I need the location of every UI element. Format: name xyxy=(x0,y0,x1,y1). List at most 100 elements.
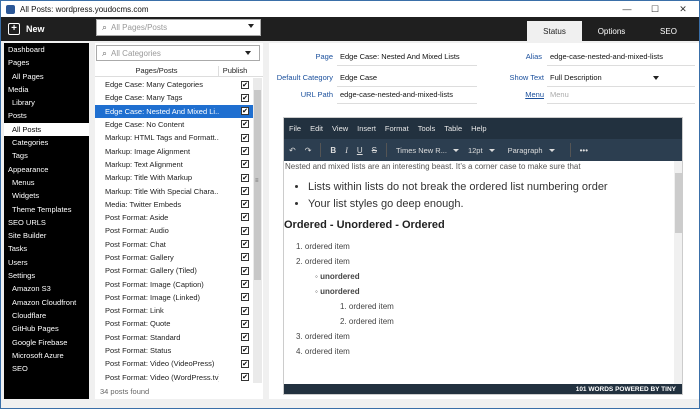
publish-checkbox[interactable]: ✔ xyxy=(241,200,249,209)
list-item[interactable]: Post Format: Gallery (Tiled) ✔ xyxy=(95,264,253,277)
publish-checkbox[interactable]: ✔ xyxy=(241,146,249,155)
show-text-select[interactable]: Full Description xyxy=(550,73,602,82)
sidebar-item-library[interactable]: Library xyxy=(4,96,89,109)
sidebar-item-pages[interactable]: Pages xyxy=(4,56,89,69)
sidebar-item-seo-urls[interactable]: SEO URLS xyxy=(4,216,89,229)
maximize-button[interactable]: ☐ xyxy=(641,1,669,17)
publish-checkbox[interactable]: ✔ xyxy=(241,160,249,169)
new-button[interactable]: + New xyxy=(8,20,54,38)
tab-seo[interactable]: SEO xyxy=(641,21,696,41)
publish-checkbox[interactable]: ✔ xyxy=(241,333,249,342)
scrollbar-thumb[interactable] xyxy=(254,90,261,280)
publish-checkbox[interactable]: ✔ xyxy=(241,120,249,129)
font-size-select[interactable]: 12pt xyxy=(468,146,495,155)
menu-field[interactable]: Menu xyxy=(550,90,569,99)
publish-checkbox[interactable]: ✔ xyxy=(241,346,249,355)
redo-icon[interactable]: ↷ xyxy=(305,146,312,155)
sidebar-item-theme-templates[interactable]: Theme Templates xyxy=(4,203,89,216)
close-button[interactable]: ✕ xyxy=(669,1,697,17)
posts-list-scrollbar[interactable]: ≡ xyxy=(253,78,262,383)
sidebar-item-site-builder[interactable]: Site Builder xyxy=(4,229,89,242)
menu-format[interactable]: Format xyxy=(385,124,409,133)
editor-scrollbar[interactable] xyxy=(674,161,682,384)
list-item[interactable]: Post Format: Audio ✔ xyxy=(95,224,253,237)
italic-icon[interactable]: I xyxy=(345,146,348,155)
list-item[interactable]: Markup: Title With Markup ✔ xyxy=(95,171,253,184)
publish-checkbox[interactable]: ✔ xyxy=(241,306,249,315)
list-item[interactable]: Post Format: Video (VideoPress) ✔ xyxy=(95,357,253,370)
sidebar-item-users[interactable]: Users xyxy=(4,256,89,269)
publish-checkbox[interactable]: ✔ xyxy=(241,319,249,328)
strikethrough-icon[interactable]: S xyxy=(372,146,377,155)
list-item[interactable]: Post Format: Quote ✔ xyxy=(95,317,253,330)
publish-checkbox[interactable]: ✔ xyxy=(241,373,249,382)
underline-icon[interactable]: U xyxy=(357,146,363,155)
publish-checkbox[interactable]: ✔ xyxy=(241,253,249,262)
publish-checkbox[interactable]: ✔ xyxy=(241,107,249,116)
sidebar-item-amazon-s3[interactable]: Amazon S3 xyxy=(4,282,89,295)
publish-checkbox[interactable]: ✔ xyxy=(241,293,249,302)
sidebar-item-appearance[interactable]: Appearance xyxy=(4,163,89,176)
sidebar-item-menus[interactable]: Menus xyxy=(4,176,89,189)
bold-icon[interactable]: B xyxy=(330,146,336,155)
more-icon[interactable]: ••• xyxy=(580,146,588,155)
publish-checkbox[interactable]: ✔ xyxy=(241,80,249,89)
list-item[interactable]: Edge Case: Many Tags ✔ xyxy=(95,91,253,104)
default-category-field[interactable]: Edge Case xyxy=(340,73,377,82)
minimize-button[interactable]: — xyxy=(613,1,641,17)
list-item[interactable]: Post Format: Gallery ✔ xyxy=(95,251,253,264)
sidebar-item-tags[interactable]: Tags xyxy=(4,149,89,162)
publish-checkbox[interactable]: ✔ xyxy=(241,133,249,142)
tab-status[interactable]: Status xyxy=(527,21,582,41)
sidebar-item-dashboard[interactable]: Dashboard xyxy=(4,43,89,56)
page-field[interactable]: Edge Case: Nested And Mixed Lists xyxy=(340,52,460,61)
sidebar-item-tasks[interactable]: Tasks xyxy=(4,242,89,255)
list-item[interactable]: Edge Case: No Content ✔ xyxy=(95,118,253,131)
list-item[interactable]: Markup: HTML Tags and Formatt... ✔ xyxy=(95,131,253,144)
sidebar-item-all-posts[interactable]: All Posts xyxy=(4,122,89,137)
menu-view[interactable]: View xyxy=(332,124,348,133)
list-item[interactable]: Edge Case: Many Categories ✔ xyxy=(95,78,253,91)
list-item[interactable]: Post Format: Chat ✔ xyxy=(95,238,253,251)
undo-icon[interactable]: ↶ xyxy=(289,146,296,155)
list-item[interactable]: Markup: Image Alignment ✔ xyxy=(95,144,253,157)
list-item[interactable]: Post Format: Video (WordPress.tv) ✔ xyxy=(95,371,253,383)
column-header-pages[interactable]: Pages/Posts xyxy=(95,66,219,76)
menu-help[interactable]: Help xyxy=(471,124,486,133)
sidebar-item-amazon-cloudfront[interactable]: Amazon Cloudfront xyxy=(4,296,89,309)
menu-table[interactable]: Table xyxy=(444,124,462,133)
publish-checkbox[interactable]: ✔ xyxy=(241,266,249,275)
sidebar-item-media[interactable]: Media xyxy=(4,83,89,96)
url-path-field[interactable]: edge-case-nested-and-mixed-lists xyxy=(340,90,453,99)
menu-tools[interactable]: Tools xyxy=(418,124,436,133)
sidebar-item-google-firebase[interactable]: Google Firebase xyxy=(4,336,89,349)
sidebar-item-widgets[interactable]: Widgets xyxy=(4,189,89,202)
list-item[interactable]: Post Format: Image (Linked) ✔ xyxy=(95,291,253,304)
publish-checkbox[interactable]: ✔ xyxy=(241,279,249,288)
sidebar-item-microsoft-azure[interactable]: Microsoft Azure xyxy=(4,349,89,362)
block-format-select[interactable]: Paragraph xyxy=(508,146,555,155)
sidebar-item-seo[interactable]: SEO xyxy=(4,362,89,375)
list-item[interactable]: Markup: Text Alignment ✔ xyxy=(95,158,253,171)
list-item[interactable]: Markup: Title With Special Chara... ✔ xyxy=(95,184,253,197)
page-search-dropdown[interactable]: ⌕ All Pages/Posts xyxy=(96,19,261,36)
sidebar-item-settings[interactable]: Settings xyxy=(4,269,89,282)
publish-checkbox[interactable]: ✔ xyxy=(241,93,249,102)
list-item[interactable]: Media: Twitter Embeds ✔ xyxy=(95,198,253,211)
list-item-selected[interactable]: Edge Case: Nested And Mixed Li... ✔ xyxy=(95,104,253,118)
publish-checkbox[interactable]: ✔ xyxy=(241,186,249,195)
editor-content[interactable]: Nested and mixed lists are an interestin… xyxy=(284,161,674,384)
scrollbar-thumb[interactable] xyxy=(675,173,682,233)
publish-checkbox[interactable]: ✔ xyxy=(241,226,249,235)
list-item[interactable]: Post Format: Standard ✔ xyxy=(95,331,253,344)
publish-checkbox[interactable]: ✔ xyxy=(241,213,249,222)
menu-label[interactable]: Menu xyxy=(485,90,544,99)
alias-field[interactable]: edge-case-nested-and-mixed-lists xyxy=(550,52,663,61)
list-item[interactable]: Post Format: Image (Caption) ✔ xyxy=(95,277,253,290)
sidebar-item-github-pages[interactable]: GitHub Pages xyxy=(4,322,89,335)
sidebar-item-cloudflare[interactable]: Cloudflare xyxy=(4,309,89,322)
font-family-select[interactable]: Times New R... xyxy=(396,146,459,155)
menu-insert[interactable]: Insert xyxy=(357,124,376,133)
sidebar-item-posts[interactable]: Posts xyxy=(4,109,89,122)
list-item[interactable]: Post Format: Status ✔ xyxy=(95,344,253,357)
